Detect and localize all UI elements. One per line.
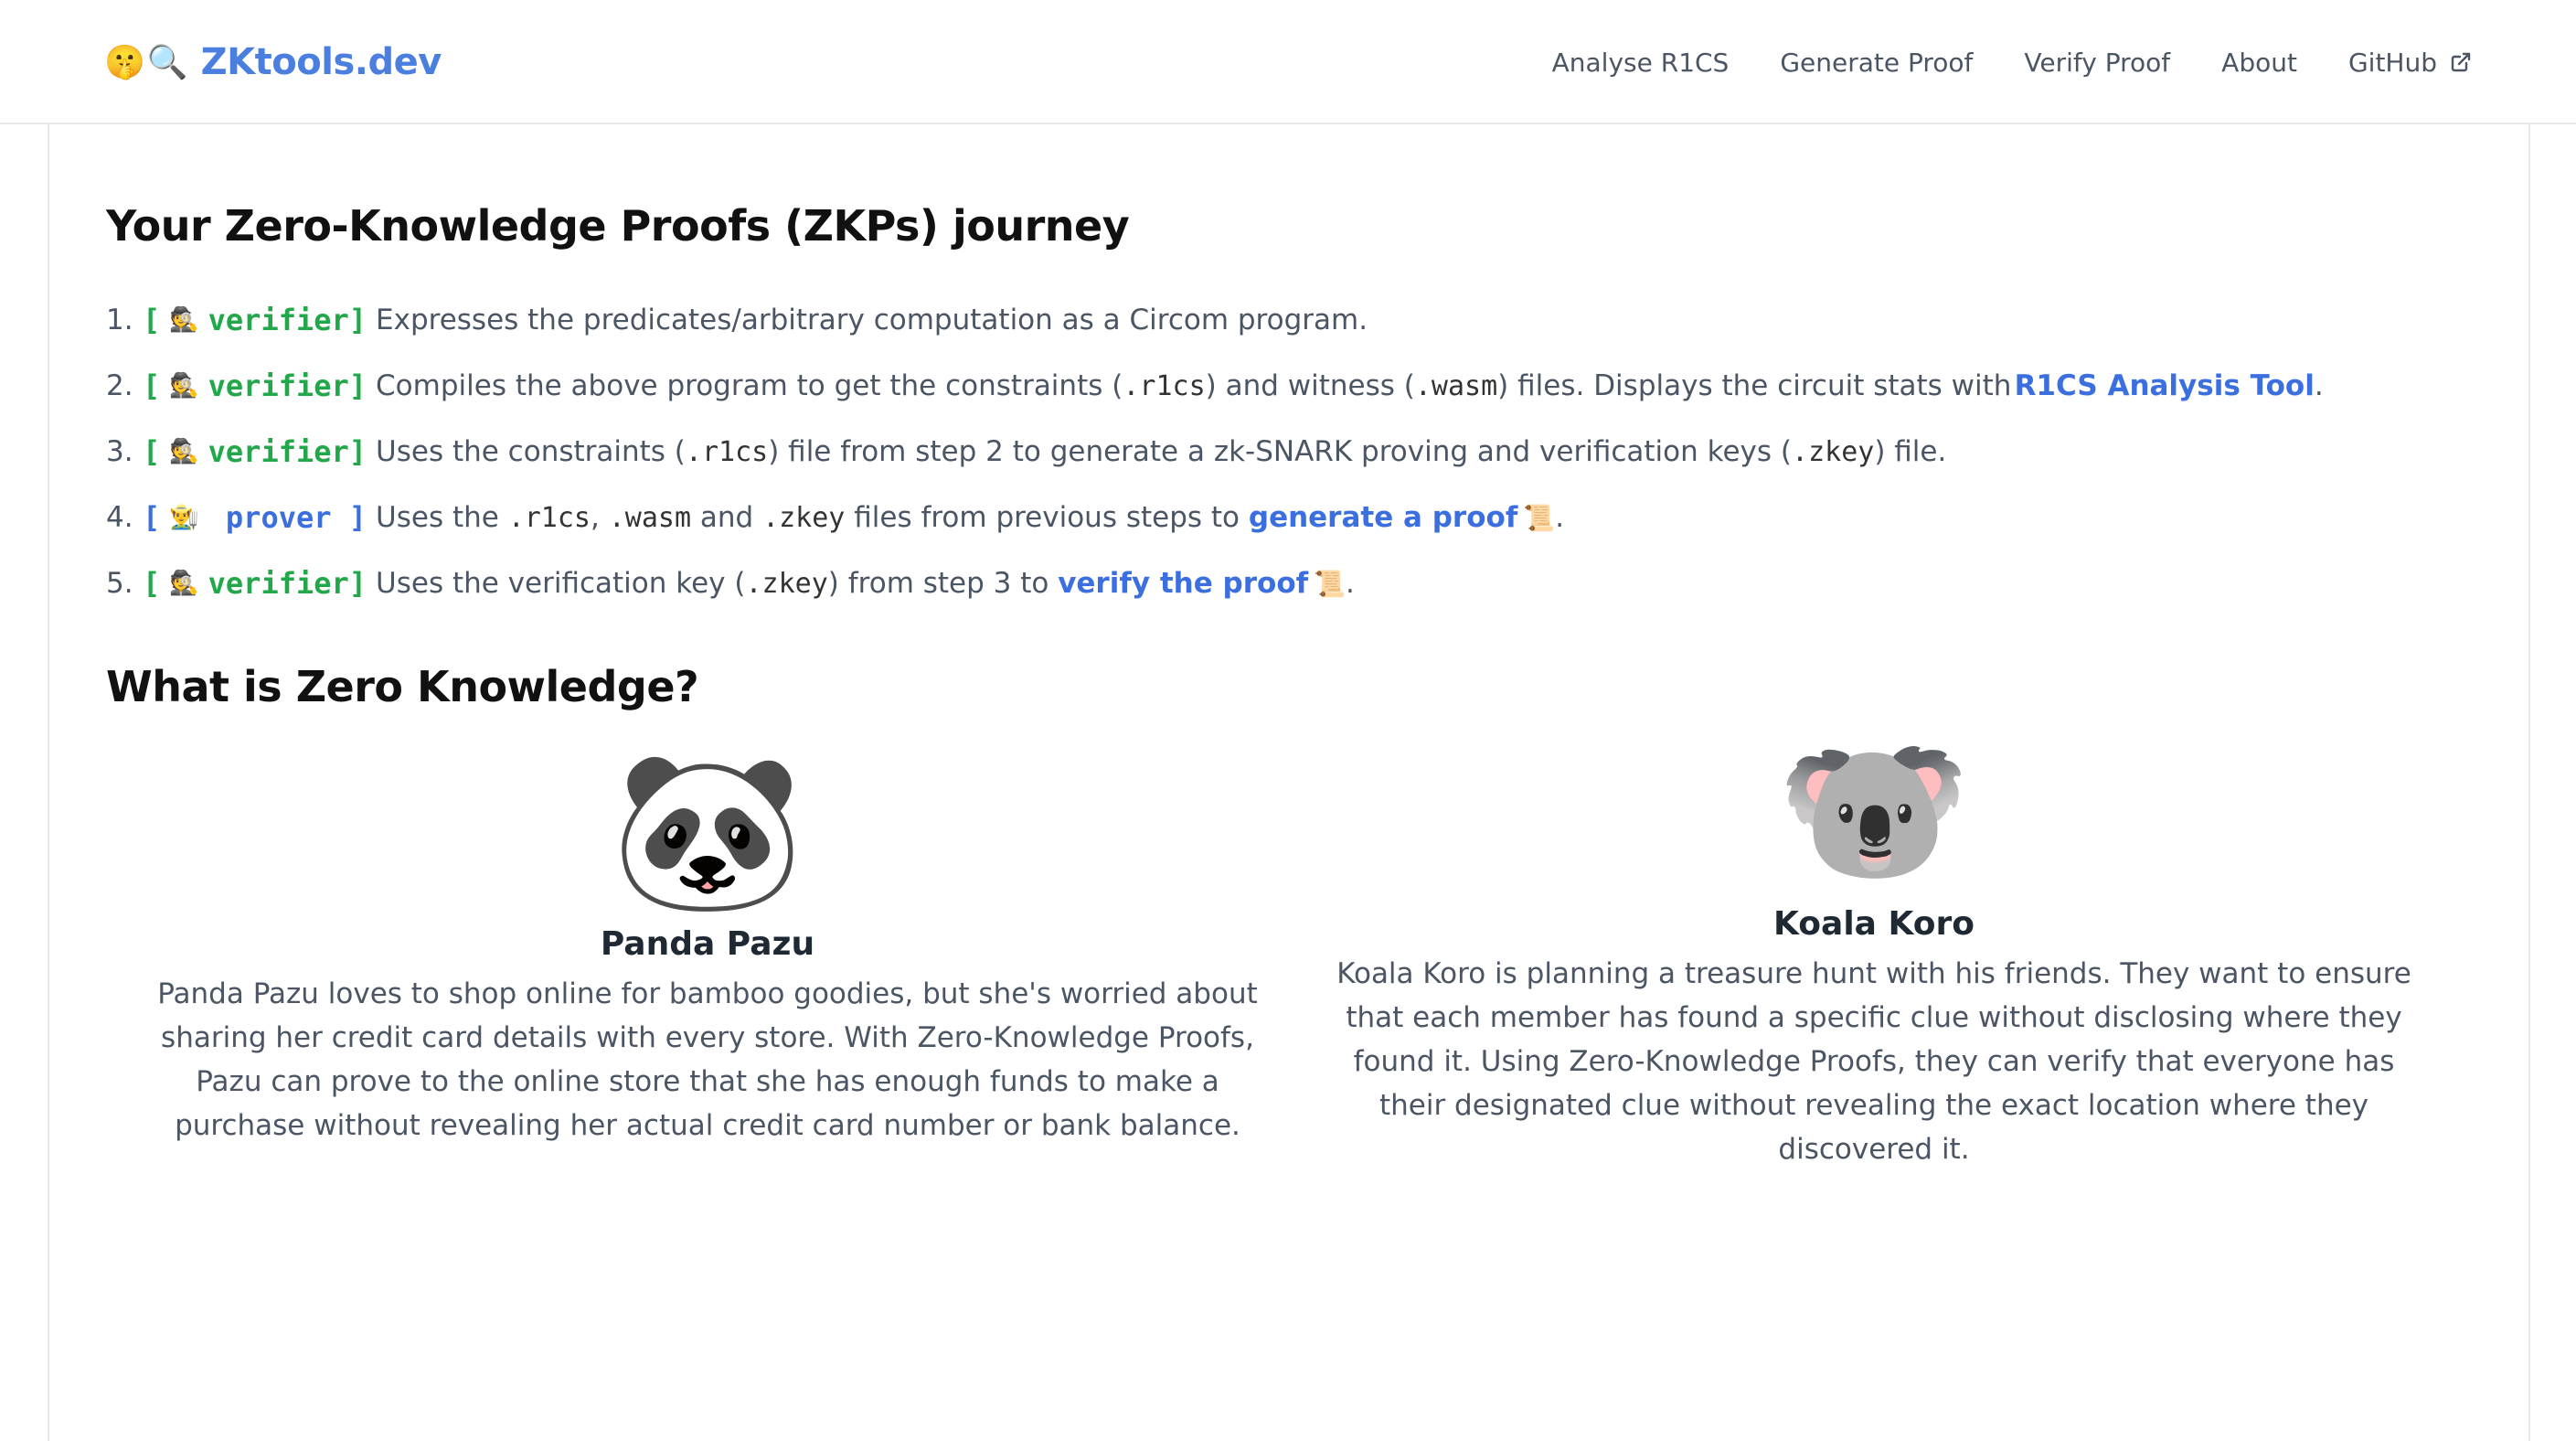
file-ext-code: .r1cs xyxy=(1123,369,1206,402)
external-link-icon xyxy=(2450,51,2472,73)
brand-emoji: 🤫 🔍 xyxy=(104,46,188,79)
journey-step: 5. [🕵️ verifier] Uses the verification ke… xyxy=(106,550,2324,616)
step-text: and xyxy=(691,501,763,534)
step-text: ) file. xyxy=(1874,435,1947,468)
step-text: Compiles the above program to get the co… xyxy=(376,369,1123,402)
panda-icon: 🐼 xyxy=(611,741,804,922)
top-navbar: 🤫 🔍 ZKtools.dev Analyse R1CS Generate Pr… xyxy=(0,0,2576,124)
file-ext-code: .zkey xyxy=(762,501,846,534)
role-badge-verifier: [🕵️ verifier] xyxy=(143,368,367,403)
description-line: their designated clue without revealing … xyxy=(1378,1089,2369,1122)
file-ext-code: .zkey xyxy=(745,567,828,600)
role-label: verifier xyxy=(208,434,349,469)
description-line: purchase without revealing her actual cr… xyxy=(175,1109,1240,1142)
step-text: ) from step 3 to xyxy=(827,567,1059,600)
step-number: 5. xyxy=(106,567,133,600)
role-label: verifier xyxy=(208,303,349,337)
step-text: Uses the xyxy=(376,501,508,534)
magnifier-icon: 🔍 xyxy=(146,43,188,80)
step-number: 2. xyxy=(106,369,133,402)
shushing-face-icon: 🤫 xyxy=(104,43,145,80)
character-description: Koala Koro is planning a treasure hunt w… xyxy=(1225,952,2523,1171)
role-label: prover xyxy=(208,500,349,535)
character-card-koala: 🐨 Koala Koro Koala Koro is planning a tr… xyxy=(1225,733,2523,1171)
description-line: found it. Using Zero-Knowledge Proofs, t… xyxy=(1353,1045,2395,1078)
scroll-icon: 📜 xyxy=(1523,502,1556,533)
nav-verify-proof[interactable]: Verify Proof xyxy=(2024,48,2170,78)
journey-step: 4. [👨‍🌾 prover ] Uses the .r1cs, .wasm a… xyxy=(106,485,2324,550)
detective-icon: 🕵️ xyxy=(169,570,199,597)
nav-generate-proof[interactable]: Generate Proof xyxy=(1780,48,1973,78)
step-text: Uses the constraints ( xyxy=(376,435,686,468)
journey-step: 2. [🕵️ verifier] Compiles the above progr… xyxy=(106,353,2324,419)
brand-logo-link[interactable]: 🤫 🔍 ZKtools.dev xyxy=(104,37,442,88)
koala-icon: 🐨 xyxy=(1777,720,1971,902)
step-text: ) and witness ( xyxy=(1205,369,1415,402)
character-name: Panda Pazu xyxy=(600,925,815,963)
journey-step: 1. [🕵️ verifier] Expresses the predicates… xyxy=(106,287,2324,353)
journey-steps-list: 1. [🕵️ verifier] Expresses the predicates… xyxy=(106,287,2324,616)
description-line: Koala Koro is planning a treasure hunt w… xyxy=(1336,957,2411,990)
step-text: . xyxy=(1555,501,1565,534)
role-badge-verifier: [🕵️ verifier] xyxy=(143,303,367,337)
role-badge-verifier: [🕵️ verifier] xyxy=(143,434,367,469)
file-ext-code: .wasm xyxy=(1414,369,1498,402)
r1cs-analysis-tool-link[interactable]: R1CS Analysis Tool xyxy=(2015,369,2315,402)
content-frame-right-border xyxy=(2528,124,2530,1441)
verify-proof-link[interactable]: verify the proof xyxy=(1058,567,1308,600)
brand-name: ZKtools.dev xyxy=(200,41,442,83)
file-ext-code: .wasm xyxy=(608,501,692,534)
step-number: 4. xyxy=(106,501,133,534)
generate-proof-link[interactable]: generate a proof xyxy=(1249,501,1517,534)
step-text: , xyxy=(591,501,609,534)
main-nav: Analyse R1CS Generate Proof Verify Proof… xyxy=(1552,37,2472,88)
scroll-icon: 📜 xyxy=(1314,568,1346,599)
content-frame-left-border xyxy=(48,124,49,1441)
description-line: sharing her credit card details with eve… xyxy=(161,1021,1254,1054)
step-text: . xyxy=(2314,369,2324,402)
description-line: that each member has found a specific cl… xyxy=(1346,1001,2402,1034)
nav-about[interactable]: About xyxy=(2221,48,2297,78)
character-card-panda: 🐼 Panda Pazu Panda Pazu loves to shop on… xyxy=(59,753,1357,1147)
step-text: Expresses the predicates/arbitrary compu… xyxy=(376,304,1368,336)
what-is-zk-heading: What is Zero Knowledge? xyxy=(106,662,699,711)
journey-heading: Your Zero-Knowledge Proofs (ZKPs) journe… xyxy=(106,201,1130,251)
step-number: 3. xyxy=(106,435,133,468)
file-ext-code: .r1cs xyxy=(507,501,591,534)
nav-analyse-r1cs[interactable]: Analyse R1CS xyxy=(1552,48,1730,78)
step-text: ) files. Displays the circuit stats with xyxy=(1497,369,2012,402)
detective-icon: 🕵️ xyxy=(169,306,199,334)
role-badge-prover: [👨‍🌾 prover ] xyxy=(143,500,367,535)
file-ext-code: .zkey xyxy=(1792,435,1875,468)
role-label: verifier xyxy=(208,368,349,403)
description-line: Panda Pazu loves to shop online for bamb… xyxy=(157,977,1258,1010)
role-badge-verifier: [🕵️ verifier] xyxy=(143,566,367,601)
step-text: Uses the verification key ( xyxy=(376,567,746,600)
character-name: Koala Koro xyxy=(1773,905,1975,943)
farmer-icon: 👨‍🌾 xyxy=(169,504,199,531)
nav-github[interactable]: GitHub xyxy=(2348,48,2472,78)
role-label: verifier xyxy=(208,566,349,601)
description-line: Pazu can prove to the online store that … xyxy=(196,1065,1219,1098)
step-text: files from previous steps to xyxy=(845,501,1249,534)
journey-step: 3. [🕵️ verifier] Uses the constraints (.r… xyxy=(106,419,2324,485)
nav-github-label: GitHub xyxy=(2347,47,2437,78)
description-line: discovered it. xyxy=(1778,1133,1970,1166)
file-ext-code: .r1cs xyxy=(685,435,769,468)
character-description: Panda Pazu loves to shop online for bamb… xyxy=(59,972,1357,1147)
detective-icon: 🕵️ xyxy=(169,372,199,400)
step-text: . xyxy=(1345,567,1355,600)
detective-icon: 🕵️ xyxy=(169,438,199,465)
step-number: 1. xyxy=(106,304,133,336)
step-text: ) file from step 2 to generate a zk-SNAR… xyxy=(768,435,1793,468)
